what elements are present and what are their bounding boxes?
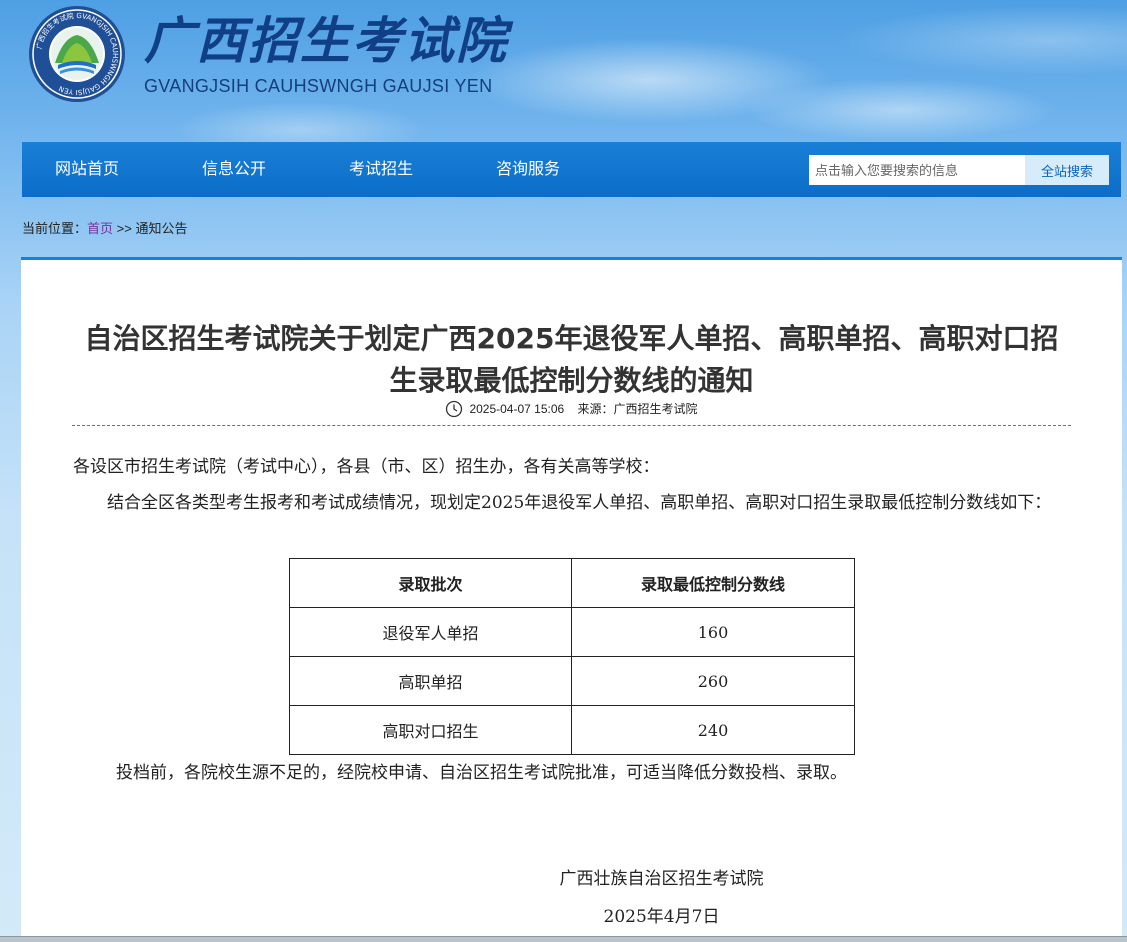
site-title: 广西招生考试院 bbox=[144, 11, 508, 70]
signature-organization: 广西壮族自治区招生考试院 bbox=[559, 869, 764, 889]
nav-item-exams-admissions[interactable]: 考试招生 bbox=[349, 142, 413, 197]
salutation-paragraph: 各设区市招生考试院（考试中心），各县（市、区）招生办，各有关高等学校： bbox=[73, 457, 660, 477]
article-source: 来源：广西招生考试院 bbox=[577, 402, 698, 416]
article-title-text: 自治区招生考试院关于划定广西2025年退役军人单招、高职单招、高职对口招生录取最… bbox=[84, 322, 1059, 397]
intro-paragraph: 结合全区各类型考生报考和考试成绩情况，现划定2025年退役军人单招、高职单招、高… bbox=[107, 493, 1052, 513]
breadcrumb-prefix: 当前位置： bbox=[22, 221, 88, 236]
table-cell-batch: 退役军人单招 bbox=[289, 607, 572, 657]
table-header-row: 录取批次 录取最低控制分数线 bbox=[289, 558, 855, 608]
table-cell-score: 260 bbox=[571, 656, 855, 706]
table-row: 高职对口招生 240 bbox=[289, 705, 855, 755]
clock-icon bbox=[445, 400, 463, 418]
nav-item-home[interactable]: 网站首页 bbox=[55, 142, 119, 197]
table-row: 高职单招 260 bbox=[289, 656, 855, 706]
breadcrumb-separator: >> bbox=[113, 221, 136, 236]
table-cell-score: 240 bbox=[571, 705, 855, 755]
main-nav: 网站首页 信息公开 考试招生 咨询服务 全站搜索 bbox=[22, 142, 1121, 197]
article-title: 自治区招生考试院关于划定广西2025年退役军人单招、高职单招、高职对口招生录取最… bbox=[21, 318, 1122, 402]
table-cell-batch: 高职对口招生 bbox=[289, 705, 572, 755]
table-cell-batch: 高职单招 bbox=[289, 656, 572, 706]
site-subtitle: GVANGJSIH CAUHSWNGH GAUJSI YEN bbox=[144, 76, 493, 96]
search-input[interactable] bbox=[809, 155, 1025, 185]
title-divider bbox=[72, 425, 1071, 426]
article-date: 2025-04-07 15:06 bbox=[469, 402, 565, 416]
article-meta: 2025-04-07 15:06 来源：广西招生考试院 bbox=[21, 400, 1122, 419]
table-row: 退役军人单招 160 bbox=[289, 607, 855, 657]
breadcrumb: 当前位置：首页 >> 通知公告 bbox=[22, 218, 187, 237]
score-table: 录取批次 录取最低控制分数线 退役军人单招 160 高职单招 260 高职对口招… bbox=[289, 558, 855, 755]
table-header-batch: 录取批次 bbox=[289, 558, 572, 608]
table-cell-score: 160 bbox=[571, 607, 855, 657]
nav-item-consulting[interactable]: 咨询服务 bbox=[496, 142, 560, 197]
window-bottom-bar bbox=[0, 936, 1127, 942]
site-search-button[interactable]: 全站搜索 bbox=[1025, 155, 1109, 185]
article-panel: 自治区招生考试院关于划定广西2025年退役军人单招、高职单招、高职对口招生录取最… bbox=[21, 257, 1122, 942]
signature-date: 2025年4月7日 bbox=[603, 907, 720, 927]
site-logo-icon[interactable]: 广西招生考试院 GVANGJSIH CAUHSWNGH GAUJSI YEN bbox=[28, 5, 126, 103]
table-header-min-score: 录取最低控制分数线 bbox=[571, 558, 855, 608]
breadcrumb-current: 通知公告 bbox=[135, 221, 188, 236]
nav-item-info-disclosure[interactable]: 信息公开 bbox=[202, 142, 266, 197]
note-paragraph: 投档前，各院校生源不足的，经院校申请、自治区招生考试院批准，可适当降低分数投档、… bbox=[116, 763, 847, 783]
breadcrumb-home-link[interactable]: 首页 bbox=[87, 221, 113, 236]
